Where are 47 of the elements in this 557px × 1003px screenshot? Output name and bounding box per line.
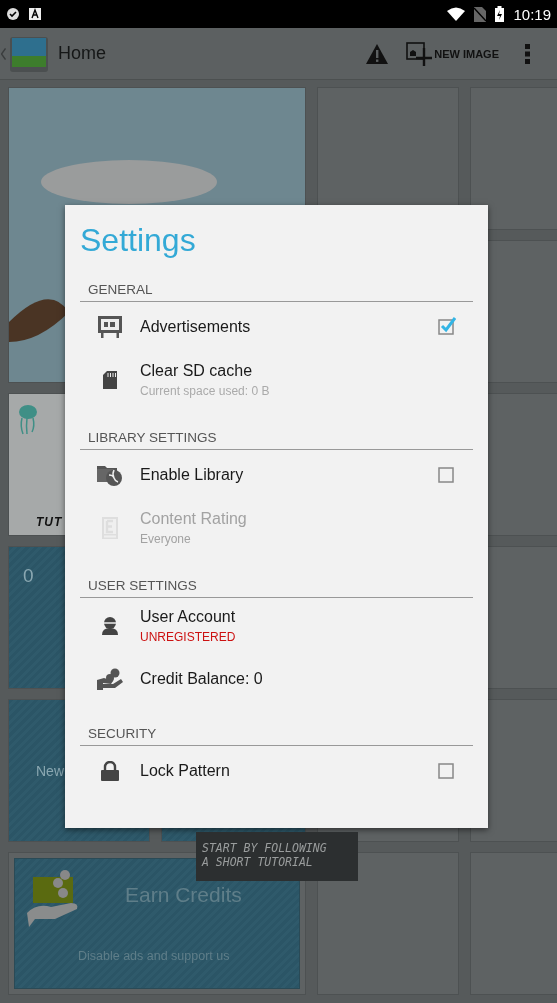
item-title: Lock Pattern <box>140 762 230 780</box>
battery-icon <box>495 6 505 22</box>
item-title: User Account <box>140 608 236 626</box>
settings-item[interactable]: Advertisements <box>80 302 473 352</box>
settings-item[interactable]: Clear SD cache Current space used: 0 B <box>80 352 473 408</box>
clock-time: 10:19 <box>513 5 551 23</box>
hand-coins-icon <box>97 668 123 690</box>
no-sim-icon <box>474 6 487 22</box>
tooltip: START BY FOLLOWING A SHORT TUTORIAL <box>196 832 358 881</box>
tile-label: TUT <box>36 515 63 529</box>
warning-icon[interactable] <box>366 43 389 64</box>
checkbox[interactable] <box>438 465 456 483</box>
item-title: Content Rating <box>140 510 247 528</box>
item-title: Enable Library <box>140 466 244 484</box>
section-header: GENERAL <box>80 282 473 302</box>
settings-item[interactable]: Credit Balance: 0 <box>80 654 473 704</box>
item-title: Advertisements <box>140 318 251 336</box>
tile-label: New <box>36 762 64 779</box>
section-header: USER SETTINGS <box>80 578 473 598</box>
settings-item[interactable]: Lock Pattern <box>80 746 473 796</box>
item-subtitle: Current space used: 0 B <box>140 384 270 398</box>
add-image-icon <box>406 41 433 66</box>
billboard-icon <box>98 316 122 338</box>
checkbox[interactable] <box>438 317 456 335</box>
count-value: 0 <box>23 565 34 587</box>
screen-title: Home <box>58 43 106 64</box>
empty-tile[interactable] <box>317 852 459 995</box>
overflow-menu-icon[interactable] <box>525 43 531 64</box>
lock-icon <box>101 761 119 781</box>
dialog-title: Settings <box>80 221 197 260</box>
checkbox[interactable] <box>438 761 456 779</box>
sd-card-icon <box>103 371 117 389</box>
jellyfish-icon <box>17 404 39 436</box>
item-title: Clear SD cache <box>140 362 253 380</box>
wifi-icon <box>447 7 466 21</box>
item-subtitle: UNREGISTERED <box>140 630 236 644</box>
item-title: Credit Balance: 0 <box>140 670 263 688</box>
user-icon <box>101 617 119 635</box>
folder-globe-icon <box>97 464 123 486</box>
settings-item[interactable]: User Account UNREGISTERED <box>80 598 473 654</box>
notification-icon <box>6 7 20 21</box>
notification-icon <box>29 8 41 20</box>
item-subtitle: Everyone <box>140 532 191 546</box>
section-header: SECURITY <box>80 726 473 746</box>
section-header: LIBRARY SETTINGS <box>80 430 473 450</box>
settings-item[interactable]: Enable Library <box>80 450 473 500</box>
back-chevron-icon <box>1 47 6 60</box>
